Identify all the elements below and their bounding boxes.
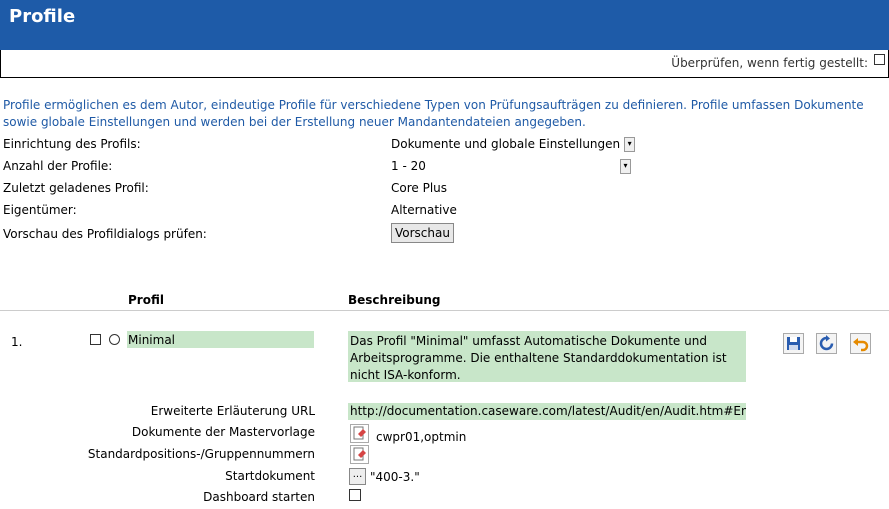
start-label: Startdokument <box>225 469 315 483</box>
app-header: Profile <box>0 0 889 50</box>
col-header-description: Beschreibung <box>348 293 441 307</box>
undo-button[interactable] <box>850 333 871 354</box>
preview-label: Vorschau des Profildialogs prüfen: <box>3 227 207 241</box>
row-number: 1. <box>11 335 23 349</box>
chevron-down-icon[interactable]: ▾ <box>620 159 631 174</box>
url-field[interactable]: http://documentation.caseware.com/latest… <box>348 403 746 420</box>
col-header-profile: Profil <box>128 293 164 307</box>
master-value: cwpr01,optmin <box>376 430 467 444</box>
count-value: 1 - 20 <box>391 159 426 173</box>
page-title: Profile <box>9 6 76 27</box>
document-tag-icon <box>353 426 366 440</box>
refresh-icon <box>819 335 834 351</box>
master-picker-button[interactable] <box>350 424 369 443</box>
dashboard-checkbox[interactable] <box>349 489 361 501</box>
completion-label: Überprüfen, wenn fertig gestellt: <box>671 56 868 70</box>
intro-text: Profile ermöglichen es dem Autor, eindeu… <box>3 98 864 129</box>
setup-dropdown[interactable]: Dokumente und globale Einstellungen ▾ <box>391 137 636 152</box>
master-label: Dokumente der Mastervorlage <box>131 425 315 439</box>
chevron-down-icon[interactable]: ▾ <box>624 137 636 152</box>
setup-label: Einrichtung des Profils: <box>3 137 141 151</box>
profile-name-field[interactable]: Minimal <box>127 331 314 348</box>
setup-value: Dokumente und globale Einstellungen <box>391 137 621 151</box>
owner-value: Alternative <box>391 203 457 217</box>
count-label: Anzahl der Profile: <box>3 159 113 173</box>
save-icon <box>787 337 800 350</box>
header-divider <box>0 310 889 311</box>
completion-checkbox[interactable] <box>874 54 885 65</box>
positions-picker-button[interactable] <box>350 445 369 464</box>
document-tag-icon <box>353 447 366 461</box>
last-profile-label: Zuletzt geladenes Profil: <box>3 181 149 195</box>
owner-label: Eigentümer: <box>3 203 77 217</box>
start-value: "400-3." <box>370 470 420 484</box>
save-button[interactable] <box>783 333 804 354</box>
preview-button[interactable]: Vorschau <box>391 223 454 243</box>
start-picker-button[interactable]: ... <box>349 468 366 485</box>
refresh-button[interactable] <box>816 333 837 354</box>
row-select-checkbox[interactable] <box>90 334 101 345</box>
profile-description-field[interactable]: Das Profil "Minimal" umfasst Automatisch… <box>348 331 746 382</box>
positions-label: Standardpositions-/Gruppennummern <box>87 447 315 461</box>
count-dropdown[interactable]: 1 - 20 ▾ <box>391 159 631 174</box>
last-profile-value: Core Plus <box>391 181 448 195</box>
undo-icon <box>853 338 869 352</box>
url-label: Erweiterte Erläuterung URL <box>150 404 315 418</box>
completion-bar: Überprüfen, wenn fertig gestellt: <box>0 50 889 78</box>
row-default-radio[interactable] <box>109 334 120 345</box>
dashboard-label: Dashboard starten <box>203 490 315 504</box>
